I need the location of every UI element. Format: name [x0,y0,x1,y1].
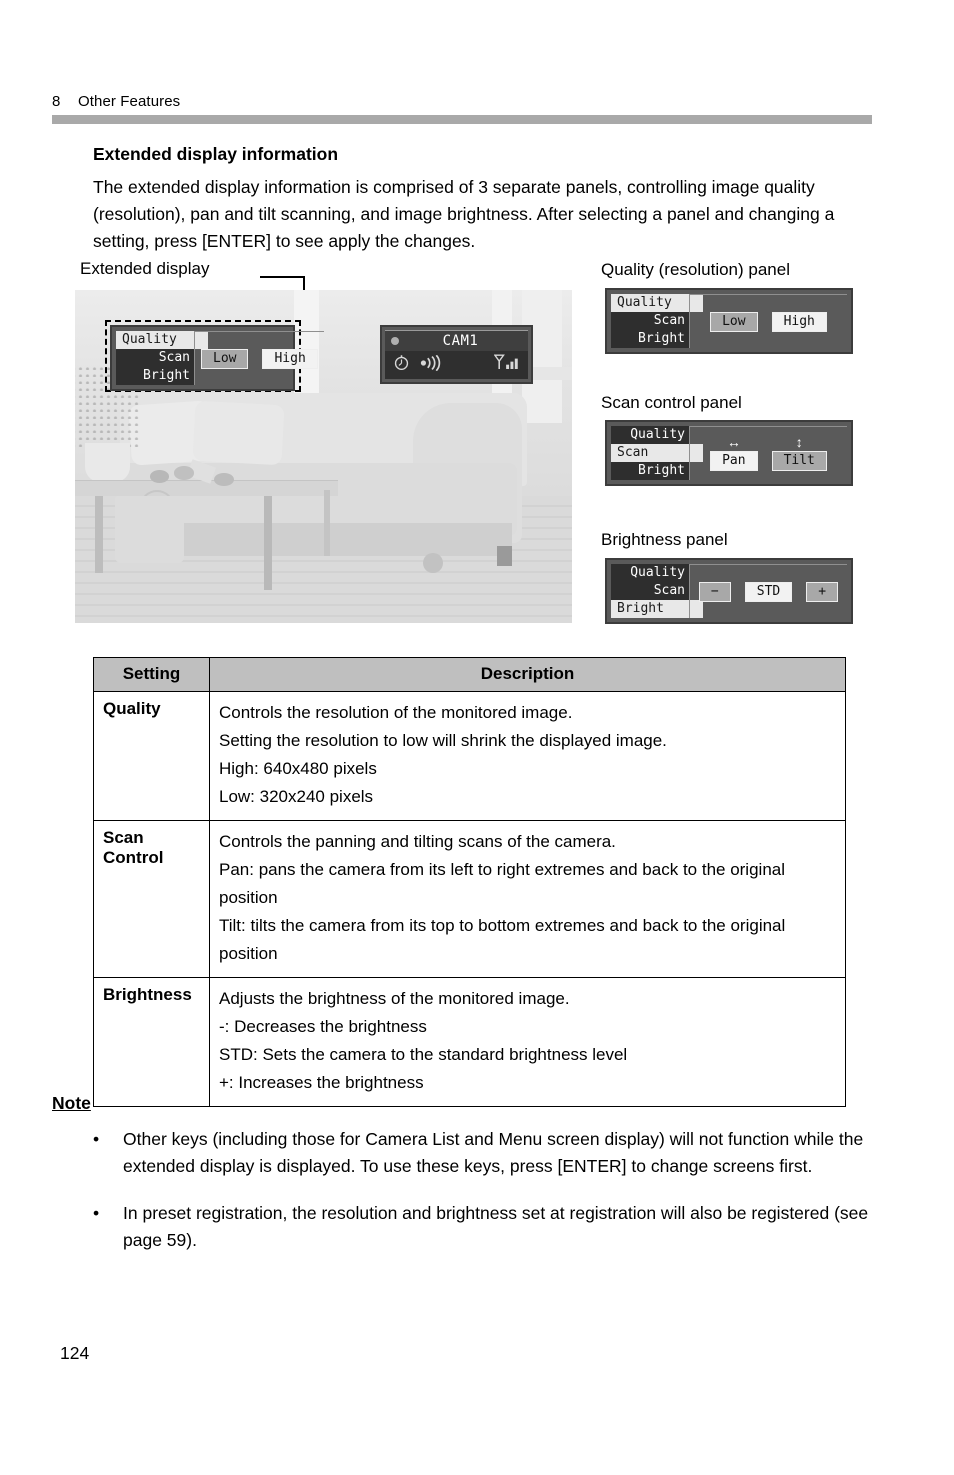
extended-display-caption: Extended display [80,259,210,278]
setting-name-quality: Quality [93,691,210,821]
camera-name: CAM1 [442,333,479,349]
overlay-button-high[interactable]: High [262,348,318,369]
note-text: In preset registration, the resolution a… [123,1203,869,1250]
brightness-panel-body: − STD + [689,564,847,618]
quality-button-high[interactable]: High [771,311,827,332]
setting-description-quality: Controls the resolution of the monitored… [209,691,846,821]
setting-description-brightness: Adjusts the brightness of the monitored … [209,977,846,1107]
overlay-tab-scan[interactable]: Scan [116,349,194,367]
brightness-panel-caption: Brightness panel [601,530,728,549]
timer-icon [393,354,410,375]
overlay-quality-panel[interactable]: Quality Scan Bright Low High [110,325,324,391]
table-header-row: Setting Description [93,657,846,692]
intro-paragraph: The extended display information is comp… [93,177,835,251]
description-line: Adjusts the brightness of the monitored … [219,989,570,1008]
description-line: High: 640x480 pixels [219,759,377,778]
brightness-tab-scan[interactable]: Scan [611,582,689,600]
quality-panel-caption: Quality (resolution) panel [601,260,790,279]
description-line: +: Increases the brightness [219,1073,424,1092]
brightness-button-std[interactable]: STD [744,581,793,602]
quality-tab-scan[interactable]: Scan [611,312,689,330]
scan-panel-caption: Scan control panel [601,393,742,412]
column-header-description: Description [209,657,846,692]
quality-resolution-panel[interactable]: Quality Scan Bright Low High [605,288,853,354]
scan-control-panel[interactable]: Quality Scan Bright ↔ Pan ↕ Tilt [605,420,853,486]
quality-tab-bright[interactable]: Bright [611,330,689,348]
scan-panel-body: ↔ Pan ↕ Tilt [689,426,847,480]
bullet-icon: • [93,1129,100,1149]
description-line: Controls the resolution of the monitored… [219,703,573,722]
scan-tab-bright[interactable]: Bright [611,462,689,480]
description-line: Controls the panning and tilting scans o… [219,832,616,851]
brightness-tab-quality[interactable]: Quality [611,564,689,582]
running-header: 8 Other Features [52,93,872,110]
page-number: 124 [60,1343,90,1363]
header-rule [52,115,872,124]
recording-indicator-icon [391,337,399,345]
setting-description-scan-control: Controls the panning and tilting scans o… [209,820,846,978]
note-list: • Other keys (including those for Camera… [93,1126,876,1274]
note-text: Other keys (including those for Camera L… [123,1129,864,1176]
quality-panel-body: Low High [689,294,847,348]
camera-status-panel: CAM1 [380,325,533,384]
description-line: STD: Sets the camera to the standard bri… [219,1045,628,1064]
overlay-tab-bright[interactable]: Bright [116,367,194,385]
brightness-panel-tabs[interactable]: Quality Scan Bright [611,564,703,618]
chapter-number: 8 [52,93,61,110]
bullet-icon: • [93,1203,100,1223]
camera-icon-row [385,351,528,379]
quality-button-low[interactable]: Low [710,311,758,332]
brightness-panel[interactable]: Quality Scan Bright − STD + [605,558,853,624]
description-line: Setting the resolution to low will shrin… [219,731,667,750]
settings-table: Setting Description Quality Controls the… [93,657,846,1107]
setting-name-scan-control: Scan Control [93,820,210,978]
chapter-title: Other Features [78,93,181,110]
note-heading: Note [52,1093,91,1113]
list-item: • Other keys (including those for Camera… [93,1126,876,1180]
scan-button-pan[interactable]: Pan [710,451,758,471]
scan-panel-tabs[interactable]: Quality Scan Bright [611,426,703,480]
running-header-line: 8 Other Features [52,93,872,110]
table-row: Brightness Adjusts the brightness of the… [93,977,846,1107]
vertical-arrow-icon: ↕ [795,434,803,450]
overlay-panel-body: Low High [194,331,324,385]
scan-pan-group[interactable]: ↔ Pan [710,434,758,471]
description-line: -: Decreases the brightness [219,1017,427,1036]
audio-icon [420,354,444,375]
horizontal-arrow-icon: ↔ [726,434,741,450]
description-line: Low: 320x240 pixels [219,787,374,806]
brightness-button-plus[interactable]: + [806,581,839,602]
column-header-setting: Setting [93,657,210,692]
table-row: Scan Control Controls the panning and ti… [93,820,846,978]
table-row: Quality Controls the resolution of the m… [93,691,846,821]
page-title: Extended display information [93,144,339,164]
list-item: • In preset registration, the resolution… [93,1200,876,1254]
scan-tilt-group[interactable]: ↕ Tilt [771,434,827,471]
signal-icon [493,354,520,375]
overlay-panel-tabs[interactable]: Quality Scan Bright [116,331,208,385]
scan-tab-quality[interactable]: Quality [611,426,689,444]
description-line: Tilt: tilts the camera from its top to b… [219,916,786,963]
setting-name-brightness: Brightness [93,977,210,1107]
overlay-button-low[interactable]: Low [201,348,249,369]
scan-button-tilt[interactable]: Tilt [771,451,827,471]
brightness-button-minus[interactable]: − [698,581,731,602]
quality-panel-tabs[interactable]: Quality Scan Bright [611,294,703,348]
camera-title-row: CAM1 [385,330,528,351]
description-line: Pan: pans the camera from its left to ri… [219,860,786,907]
